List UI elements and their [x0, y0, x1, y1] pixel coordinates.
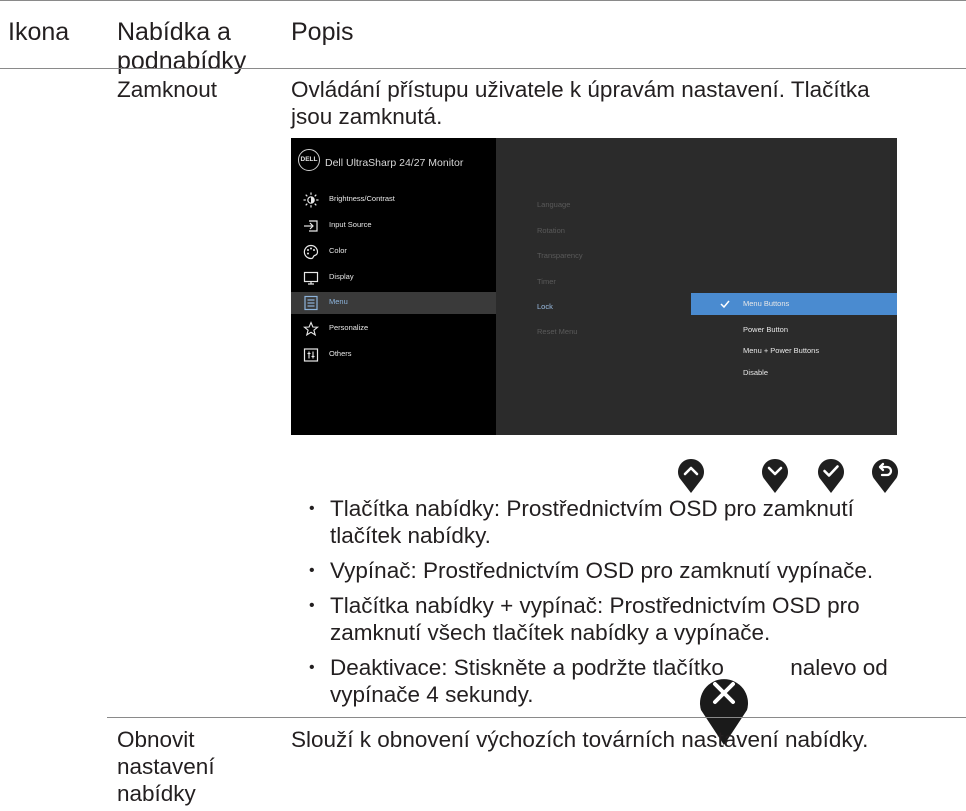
input-source-icon	[304, 220, 318, 232]
osd-item-display[interactable]: Display	[291, 267, 496, 289]
row-lock-name: Zamknout	[117, 77, 218, 102]
osd-item-brightness-contrast[interactable]: Brightness/Contrast	[291, 189, 496, 211]
osd-main-menu: DELL Dell UltraSharp 24/27 Monitor Brigh…	[291, 138, 496, 435]
up-arrow-icon[interactable]	[676, 456, 706, 494]
osd-submenu-rotation[interactable]: Rotation	[537, 226, 565, 235]
row-divider	[107, 717, 966, 718]
osd-option-label: Power Button	[743, 325, 789, 334]
column-header-icon: Ikona	[8, 18, 70, 46]
osd-item-label: Personalize	[329, 323, 369, 332]
osd-item-label: Brightness/Contrast	[329, 194, 395, 203]
osd-submenu-timer[interactable]: Timer	[537, 277, 556, 286]
row-reset-name: Obnovit nastavení nabídky	[117, 727, 215, 806]
osd-screenshot: DELL Dell UltraSharp 24/27 Monitor Brigh…	[291, 138, 897, 435]
bullet-disable: Deaktivace: Stiskněte a podržte tlačítko…	[309, 654, 919, 708]
osd-submenu-transparency[interactable]: Transparency	[537, 251, 583, 260]
back-icon[interactable]	[870, 456, 900, 494]
osd-item-menu[interactable]: Menu	[291, 292, 496, 314]
check-icon[interactable]	[816, 456, 846, 494]
dell-logo: DELL	[298, 149, 320, 171]
osd-submenu-reset-menu[interactable]: Reset Menu	[537, 327, 577, 336]
osd-item-label: Input Source	[329, 220, 372, 229]
color-palette-icon	[303, 244, 319, 260]
brightness-icon	[303, 192, 319, 208]
osd-item-label: Menu	[329, 297, 348, 306]
osd-option-disable[interactable]: Disable	[691, 362, 897, 384]
row-lock-description: Ovládání přístupu uživatele k úpravám na…	[291, 77, 870, 129]
display-monitor-icon	[303, 271, 319, 285]
header-rule	[0, 68, 966, 69]
osd-item-color[interactable]: Color	[291, 241, 496, 263]
osd-item-others[interactable]: Others	[291, 344, 496, 366]
osd-option-label: Disable	[743, 368, 769, 377]
bullet-menu-buttons: Tlačítka nabídky: Prostřednictvím OSD pr…	[309, 495, 919, 549]
osd-item-label: Display	[329, 272, 354, 281]
lock-options-list: Tlačítka nabídky: Prostřednictvím OSD pr…	[309, 495, 919, 716]
osd-item-label: Color	[329, 246, 347, 255]
osd-submenu-language[interactable]: Language	[537, 200, 570, 209]
bullet-disable-text-before: Deaktivace: Stiskněte a podržte tlačítko	[330, 655, 724, 680]
star-icon	[303, 321, 319, 337]
osd-option-power-button[interactable]: Power Button	[691, 319, 897, 341]
top-rule	[0, 0, 966, 1]
osd-option-label: Menu Buttons	[743, 299, 790, 308]
down-arrow-icon[interactable]	[760, 456, 790, 494]
column-header-description: Popis	[291, 18, 354, 46]
osd-option-label: Menu + Power Buttons	[743, 346, 820, 355]
others-icon	[303, 348, 319, 362]
osd-option-menu-buttons[interactable]: Menu Buttons	[691, 293, 897, 315]
osd-item-label: Others	[329, 349, 352, 358]
check-icon	[720, 300, 730, 308]
osd-title: Dell UltraSharp 24/27 Monitor	[325, 157, 464, 169]
bullet-power-button: Vypínač: Prostřednictvím OSD pro zamknut…	[309, 557, 919, 584]
osd-option-menu-power-buttons[interactable]: Menu + Power Buttons	[691, 340, 897, 362]
row-reset-description: Slouží k obnovení výchozích továrních na…	[291, 727, 869, 752]
osd-submenu-lock[interactable]: Lock	[537, 302, 553, 311]
menu-list-icon	[304, 295, 318, 311]
bullet-menu-power-buttons: Tlačítka nabídky + vypínač: Prostřednict…	[309, 592, 919, 646]
osd-item-input-source[interactable]: Input Source	[291, 215, 496, 237]
osd-item-personalize[interactable]: Personalize	[291, 318, 496, 340]
